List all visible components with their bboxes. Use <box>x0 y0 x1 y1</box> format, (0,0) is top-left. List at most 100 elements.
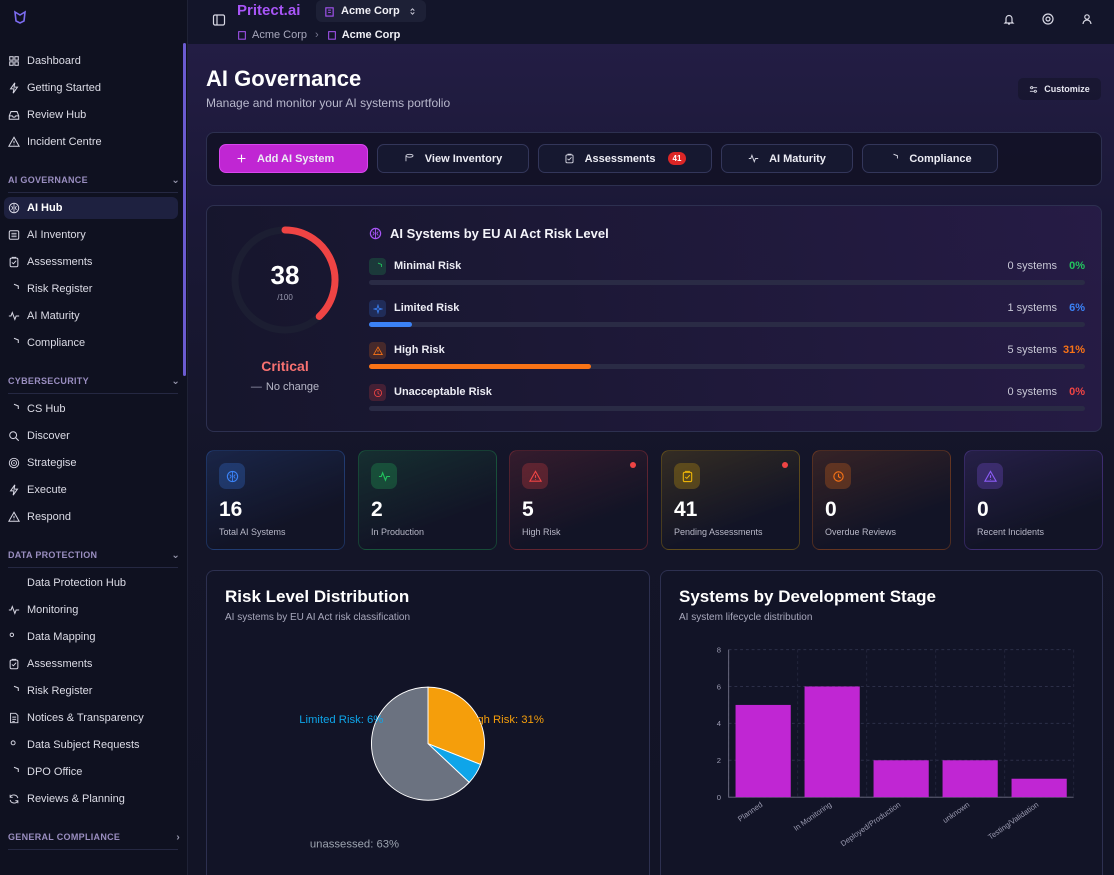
sidebar-item-label: Notices & Transparency <box>27 712 144 724</box>
risk-row-limited-risk[interactable]: Limited Risk 1 systems 6% <box>369 300 1085 340</box>
risk-progress-track <box>369 280 1085 285</box>
assessments-button[interactable]: Assessments 41 <box>538 144 712 173</box>
sidebar-item-respond[interactable]: Respond <box>8 506 178 528</box>
section-title: AI GOVERNANCE <box>8 175 88 185</box>
stat-card-recent-incidents[interactable]: 0 Recent Incidents <box>964 450 1103 550</box>
sidebar-item-label: Respond <box>27 511 72 523</box>
sidebar-item-discover[interactable]: Discover <box>8 425 178 447</box>
sidebar-item-incident-centre[interactable]: Incident Centre <box>8 131 178 153</box>
bar-in-monitoring[interactable] <box>804 686 860 798</box>
stat-card-total-ai-systems[interactable]: 16 Total AI Systems <box>206 450 345 550</box>
stat-icon-box <box>977 463 1003 489</box>
stat-value: 0 <box>825 498 837 521</box>
sidebar-item-review-hub[interactable]: Review Hub <box>8 104 178 126</box>
sidebar-item-reviews-planning[interactable]: Reviews & Planning <box>8 788 178 810</box>
sidebar-item-compliance[interactable]: Compliance <box>8 332 178 354</box>
sidebar-item-getting-started[interactable]: Getting Started <box>8 77 178 99</box>
sidebar-item-execute[interactable]: Execute <box>8 479 178 501</box>
sidebar-item-cs-hub[interactable]: CS Hub <box>8 398 178 420</box>
stat-card-in-production[interactable]: 2 In Production <box>358 450 497 550</box>
sidebar-item-label: Execute <box>27 484 67 496</box>
sidebar-item-label: Incident Centre <box>27 136 102 148</box>
risk-name: Minimal Risk <box>394 260 462 272</box>
x-tick-label: Testing/Validation <box>986 800 1040 841</box>
ai-maturity-button[interactable]: AI Maturity <box>721 144 853 173</box>
sidebar-item-assessments[interactable]: Assessments <box>8 251 178 273</box>
sidebar-item-label: AI Maturity <box>27 310 80 322</box>
user-icon[interactable] <box>1080 12 1094 26</box>
zap-icon <box>9 484 19 496</box>
compliance-button[interactable]: Compliance <box>862 144 998 173</box>
sidebar-item-dpo-office[interactable]: DPO Office <box>8 761 178 783</box>
org-switcher[interactable]: Acme Corp <box>316 0 426 22</box>
pritect-logo-icon[interactable] <box>13 10 27 24</box>
stat-label: Pending Assessments <box>674 527 763 537</box>
risk-progress-track <box>369 364 1085 369</box>
button-label: Assessments <box>584 152 656 165</box>
stat-icon-box <box>219 463 245 489</box>
section-header-ai-governance[interactable]: AI GOVERNANCE ⌄ <box>8 170 180 190</box>
sidebar-item-strategise[interactable]: Strategise <box>8 452 178 474</box>
x-tick-label: unknown <box>941 800 971 825</box>
breadcrumb-org[interactable]: Acme Corp <box>252 29 307 41</box>
sidebar-item-ai-maturity[interactable]: AI Maturity <box>8 305 178 327</box>
risk-count: 1 systems <box>1007 302 1057 314</box>
risk-row-minimal-risk[interactable]: Minimal Risk 0 systems 0% <box>369 258 1085 298</box>
brain-icon <box>369 227 382 240</box>
list-icon <box>8 230 20 240</box>
risk-icon-box <box>369 342 386 359</box>
sidebar-item-data-mapping[interactable]: Data Mapping <box>8 626 178 648</box>
sidebar-item-risk-register[interactable]: Risk Register <box>8 278 178 300</box>
pie-card-subtitle: AI systems by EU AI Act risk classificat… <box>225 612 411 623</box>
sidebar-item-ai-inventory[interactable]: AI Inventory <box>8 224 178 246</box>
stat-icon-box <box>674 463 700 489</box>
section-header-cybersecurity[interactable]: CYBERSECURITY ⌄ <box>8 371 180 391</box>
sidebar-item-label: Compliance <box>27 337 86 349</box>
sidebar-item-notices-transparency[interactable]: Notices & Transparency <box>8 707 178 729</box>
risk-count: 5 systems <box>1007 344 1057 356</box>
stat-card-overdue-reviews[interactable]: 0 Overdue Reviews <box>812 450 951 550</box>
bar-unknown[interactable] <box>942 760 998 798</box>
pie-slice-label: unassessed: 63% <box>310 838 399 850</box>
view-inventory-button[interactable]: View Inventory <box>377 144 529 173</box>
bar-deployed-production[interactable] <box>873 760 929 798</box>
section-header-data-protection[interactable]: DATA PROTECTION ⌄ <box>8 545 180 565</box>
stat-card-high-risk[interactable]: 5 High Risk <box>509 450 648 550</box>
add-ai-system-button[interactable]: Add AI System <box>219 144 368 173</box>
database-icon <box>405 153 414 162</box>
sidebar-item-dashboard[interactable]: Dashboard <box>8 50 178 72</box>
app-name[interactable]: Pritect.ai <box>237 2 300 19</box>
sidebar-item-risk-register[interactable]: Risk Register <box>8 680 178 702</box>
stat-icon-box <box>522 463 548 489</box>
activity-icon <box>378 470 390 482</box>
customize-button[interactable]: Customize <box>1018 78 1101 100</box>
risk-row-unacceptable-risk[interactable]: Unacceptable Risk 0 systems 0% <box>369 384 1085 424</box>
bar-testing-validation[interactable] <box>1011 778 1067 798</box>
bar-planned[interactable] <box>735 704 791 798</box>
y-tick-label: 0 <box>717 793 721 802</box>
alert-icon <box>8 511 20 522</box>
sidebar-item-assessments[interactable]: Assessments <box>8 653 178 675</box>
stat-card-pending-assessments[interactable]: 41 Pending Assessments <box>661 450 800 550</box>
help-icon[interactable] <box>1041 12 1055 26</box>
sidebar-item-ai-hub[interactable]: AI Hub <box>4 197 178 219</box>
bell-icon[interactable] <box>1002 12 1016 26</box>
sliders-icon <box>1030 85 1038 93</box>
chevron-down-icon: ⌄ <box>171 375 180 387</box>
chevron-down-icon: ⌄ <box>171 549 180 561</box>
risk-row-high-risk[interactable]: High Risk 5 systems 31% <box>369 342 1085 382</box>
page-subtitle: Manage and monitor your AI systems portf… <box>206 96 451 110</box>
stat-icon-box <box>371 463 397 489</box>
sidebar-item-label: Assessments <box>27 658 93 670</box>
sidebar-toggle-icon[interactable] <box>212 13 226 27</box>
org-switcher-label: Acme Corp <box>341 5 400 17</box>
sidebar-item-data-protection-hub[interactable]: Data Protection Hub <box>8 572 178 594</box>
stat-value: 16 <box>219 498 243 521</box>
sidebar-scrollbar[interactable] <box>183 43 186 376</box>
shield-alert-icon <box>13 283 19 289</box>
section-divider <box>8 192 178 193</box>
section-header-general-compliance[interactable]: GENERAL COMPLIANCE › <box>8 827 180 847</box>
sidebar-item-monitoring[interactable]: Monitoring <box>8 599 178 621</box>
sidebar-item-data-subject-requests[interactable]: Data Subject Requests <box>8 734 178 756</box>
customize-label: Customize <box>1044 84 1090 94</box>
